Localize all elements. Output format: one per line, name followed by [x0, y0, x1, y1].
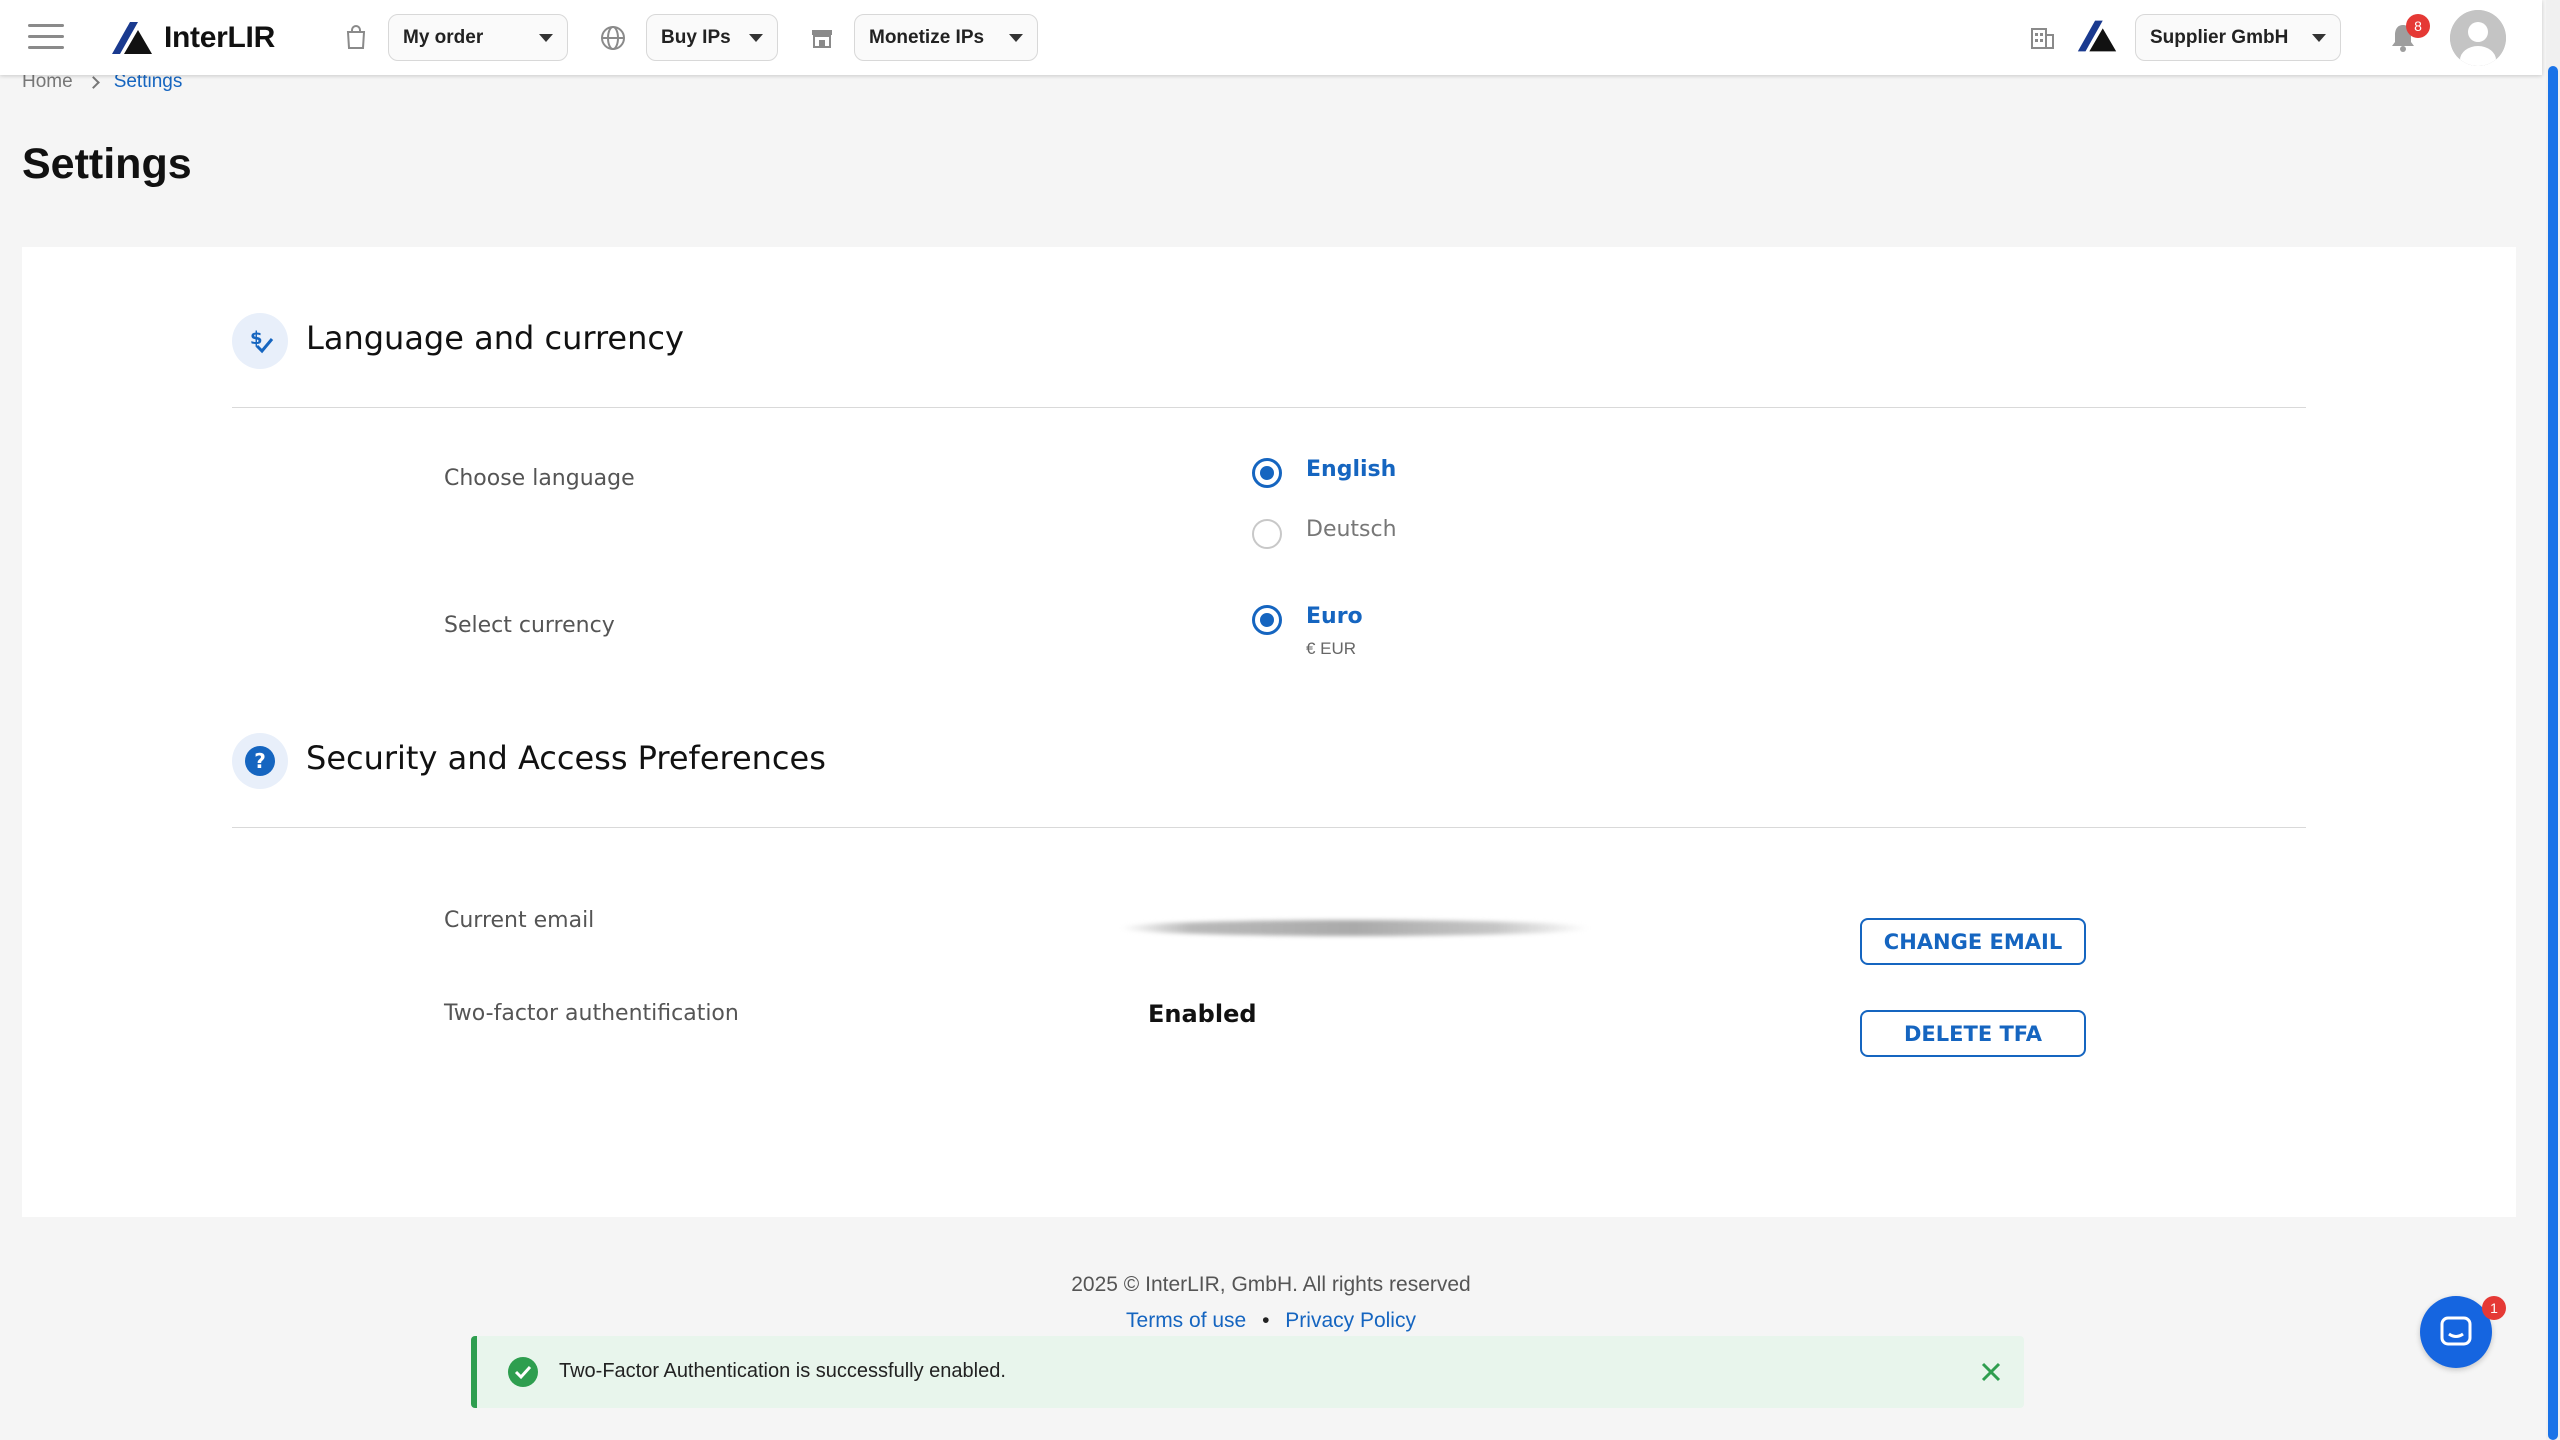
footer-copyright: 2025 © InterLIR, GmbH. All rights reserv…	[1071, 1273, 1471, 1296]
radio-deutsch[interactable]	[1252, 519, 1282, 549]
help-circle-icon: ?	[245, 746, 275, 776]
svg-text:?: ?	[254, 749, 266, 773]
globe-icon	[601, 26, 625, 50]
my-order-dropdown[interactable]: My order	[388, 14, 568, 61]
chevron-down-icon	[1009, 33, 1023, 42]
notification-badge: 8	[2406, 14, 2430, 38]
my-order-label: My order	[403, 26, 484, 48]
monetize-ips-dropdown[interactable]: Monetize IPs	[854, 14, 1038, 61]
success-toast: Two-Factor Authentication is successfull…	[471, 1336, 2024, 1408]
currency-exchange-icon: $	[250, 328, 274, 354]
shopping-bag-icon	[346, 25, 366, 49]
radio-english[interactable]	[1252, 458, 1282, 488]
security-title: Security and Access Preferences	[306, 739, 826, 777]
currency-code: € EUR	[1306, 639, 1357, 658]
language-currency-title: Language and currency	[306, 319, 684, 357]
avatar[interactable]	[2450, 10, 2506, 66]
building-icon	[2031, 28, 2054, 49]
chevron-down-icon	[749, 33, 763, 42]
page-scrollbar-thumb[interactable]	[2548, 66, 2558, 1440]
store-icon	[812, 30, 832, 48]
buy-ips-dropdown[interactable]: Buy IPs	[646, 14, 778, 61]
footer-links: Terms of use • Privacy Policy	[0, 1309, 2542, 1333]
current-email-label: Current email	[444, 908, 595, 933]
current-email-value-blurred	[1120, 920, 1590, 936]
radio-deutsch-label[interactable]: Deutsch	[1306, 517, 1397, 542]
delete-tfa-button[interactable]: DELETE TFA	[1860, 1010, 2086, 1057]
radio-euro[interactable]	[1252, 605, 1282, 635]
radio-euro-label[interactable]: Euro	[1306, 604, 1363, 629]
tfa-label: Two-factor authentification	[444, 1001, 739, 1026]
company-logo-icon	[2077, 20, 2117, 52]
radio-english-label[interactable]: English	[1306, 457, 1396, 482]
company-dropdown[interactable]: Supplier GmbH	[2135, 14, 2341, 61]
user-avatar-icon	[2450, 10, 2506, 66]
hamburger-menu-icon[interactable]	[28, 24, 64, 52]
terms-of-use-link[interactable]: Terms of use	[1126, 1309, 1246, 1332]
monetize-ips-label: Monetize IPs	[869, 26, 985, 48]
brand-name: InterLIR	[164, 21, 275, 54]
settings-card: $ Language and currency Choose language …	[22, 247, 2516, 1217]
security-section-icon: ?	[232, 733, 288, 789]
chevron-right-icon	[86, 75, 100, 89]
toast-message: Two-Factor Authentication is successfull…	[559, 1360, 1006, 1382]
privacy-policy-link[interactable]: Privacy Policy	[1285, 1309, 1416, 1332]
change-email-button[interactable]: CHANGE EMAIL	[1860, 918, 2086, 965]
section-divider	[232, 407, 2306, 408]
buy-ips-label: Buy IPs	[661, 26, 731, 48]
select-currency-label: Select currency	[444, 613, 615, 638]
currency-section-icon: $	[232, 313, 288, 369]
footer-separator: •	[1262, 1309, 1270, 1332]
brand-logo[interactable]: InterLIR	[108, 18, 275, 58]
chevron-down-icon	[2312, 33, 2326, 42]
section-divider	[232, 827, 2306, 828]
company-name: Supplier GmbH	[2150, 26, 2289, 48]
chevron-down-icon	[539, 33, 553, 42]
page-title: Settings	[22, 140, 192, 188]
chat-icon	[2440, 1316, 2472, 1346]
chat-badge: 1	[2482, 1296, 2506, 1320]
top-navigation-bar: InterLIR My order Buy IPs Monetize IPs S…	[0, 0, 2542, 75]
choose-language-label: Choose language	[444, 466, 635, 491]
svg-text:$: $	[250, 328, 263, 349]
check-circle-icon	[508, 1357, 538, 1387]
tfa-status: Enabled	[1148, 1000, 1257, 1028]
interlir-logo-icon	[112, 22, 152, 54]
close-icon[interactable]	[1975, 1356, 2007, 1388]
